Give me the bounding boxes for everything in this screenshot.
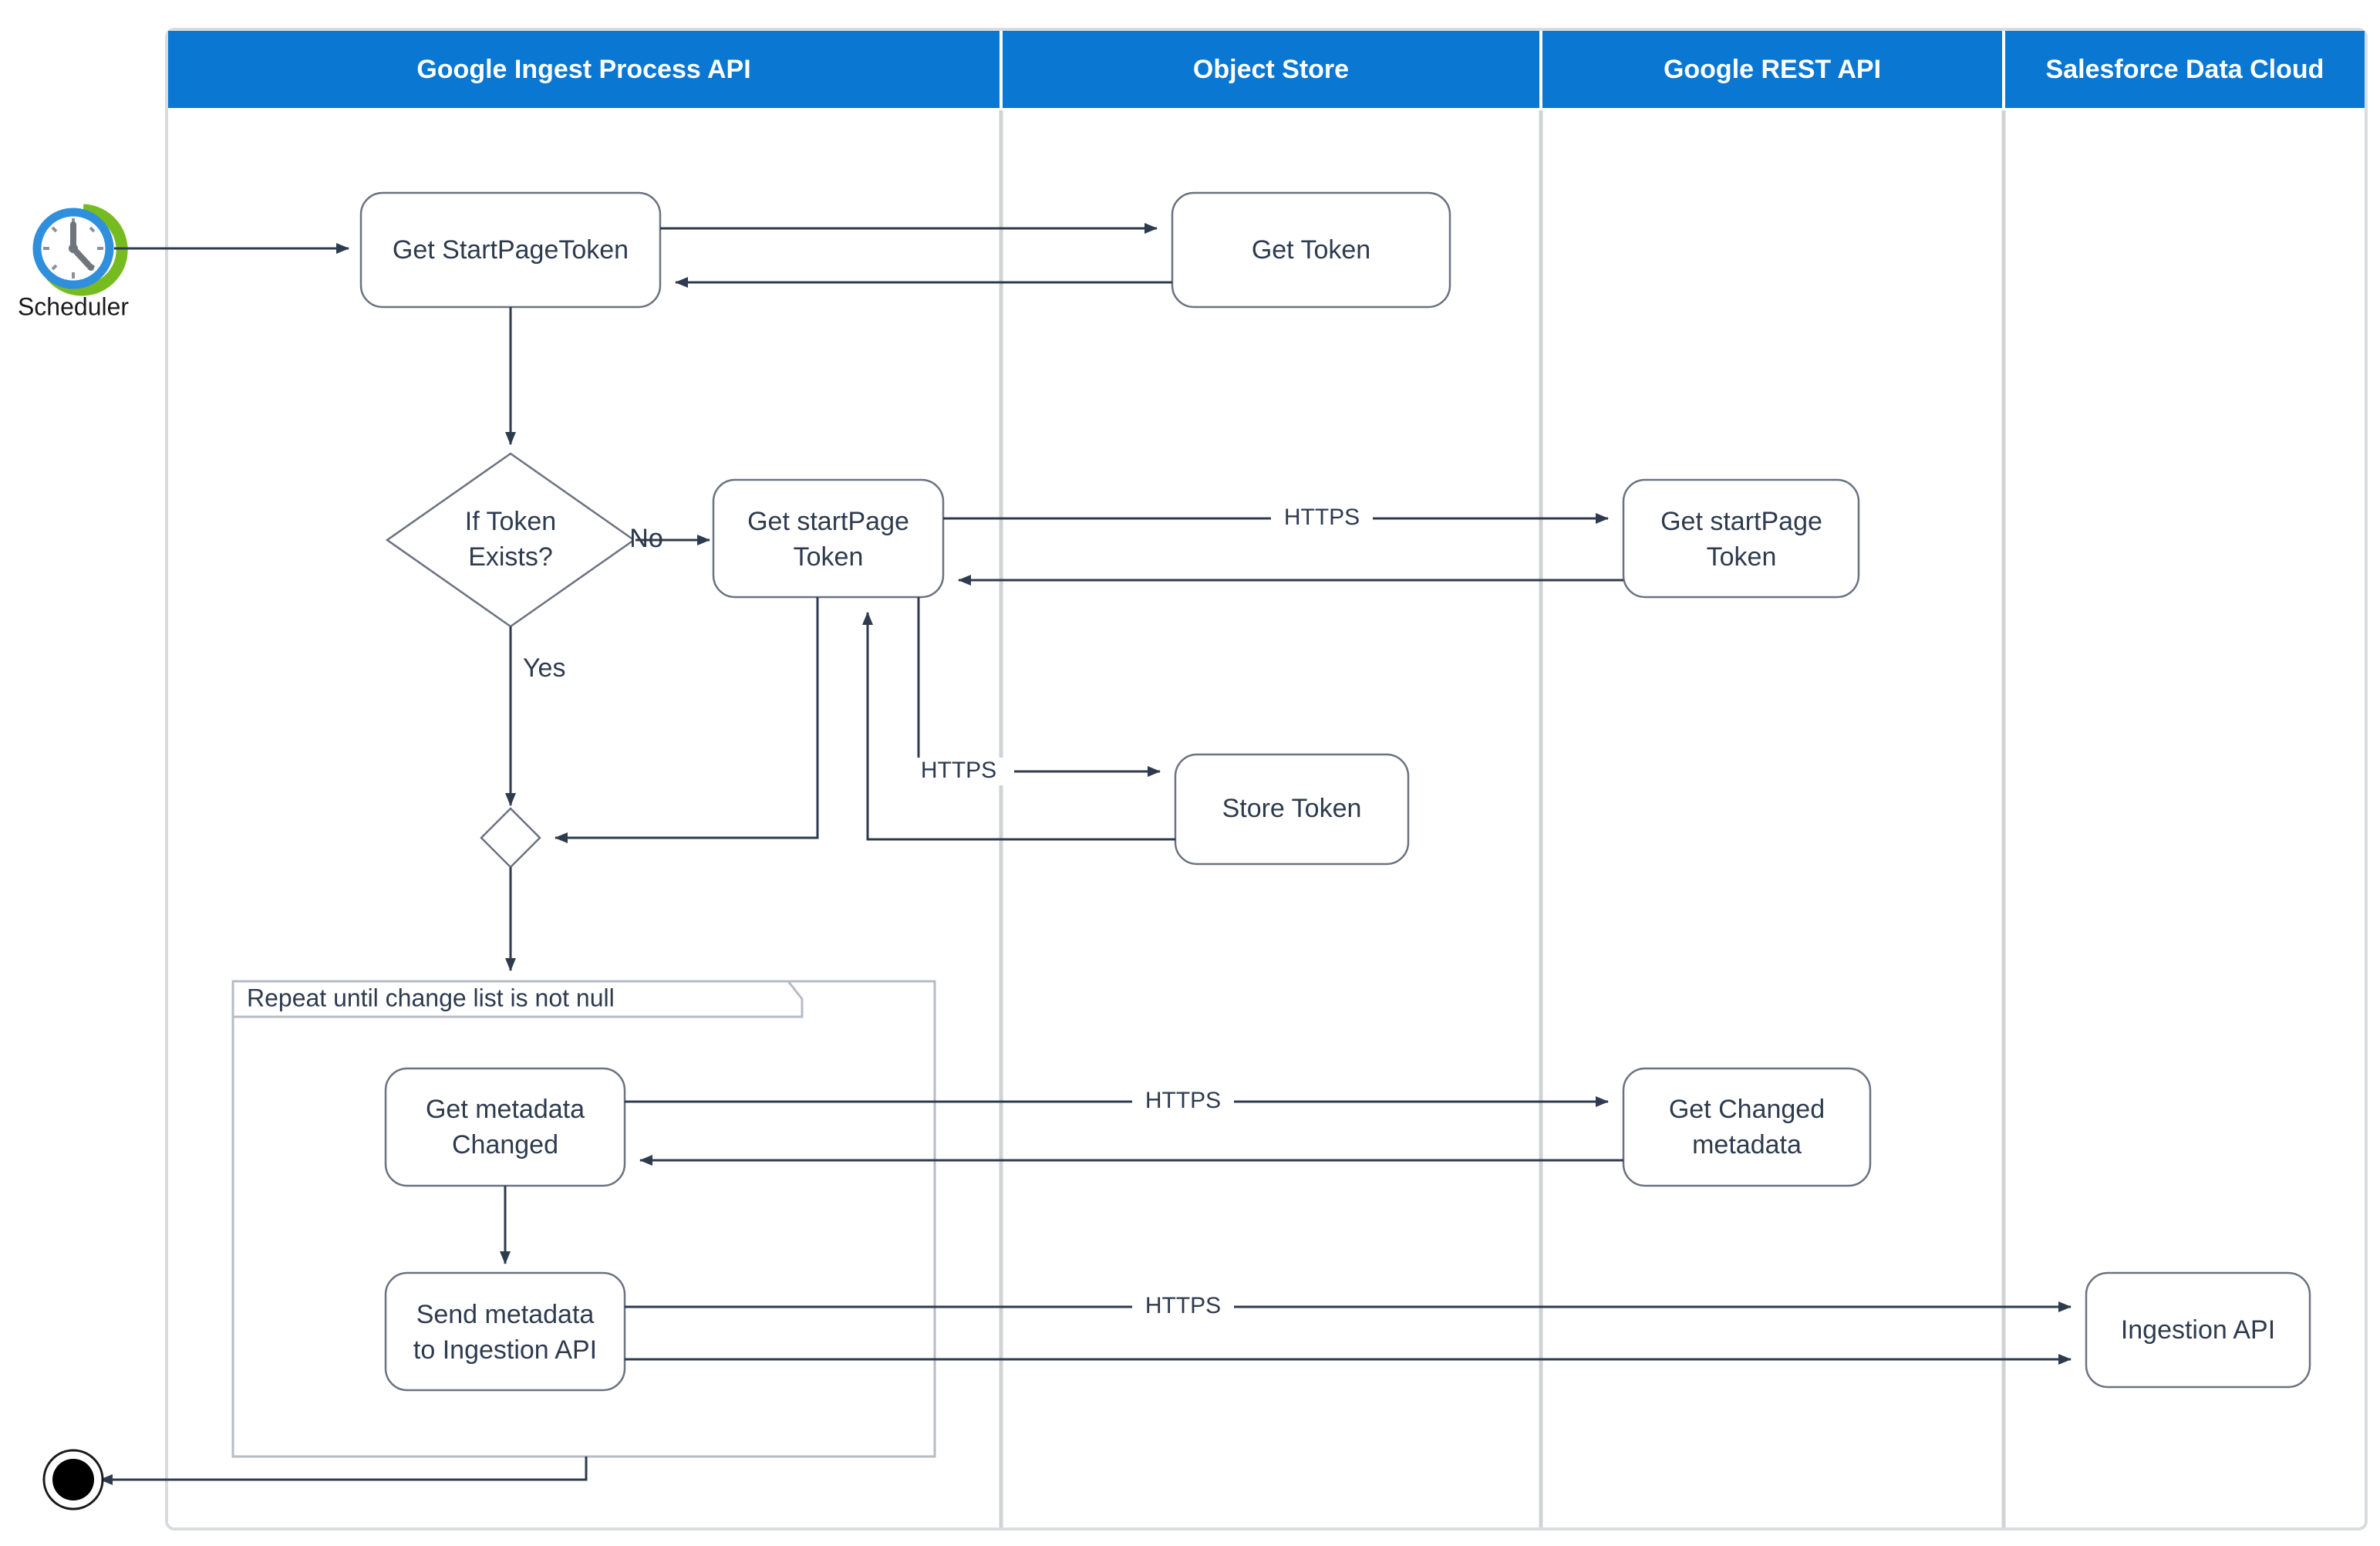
node-ingestion-api[interactable]: Ingestion API [2085, 1271, 2311, 1389]
branch-label-no-fg: No [629, 524, 662, 553]
node-label-get-startpagetoken: Get StartPageToken [393, 235, 629, 265]
edge-label-https-1: HTTPS [1284, 505, 1360, 530]
edge-loop-exit-to-final-node [99, 1457, 588, 1485]
scheduler-label: Scheduler [18, 292, 129, 320]
node-label-ingestion-api: Ingestion API [2121, 1315, 2275, 1345]
node-label-get-changed-metadata-line1: Get Changed [1669, 1095, 1825, 1124]
loop-frame-label: Repeat until change list is not null [247, 984, 615, 1011]
final-node-icon [42, 1449, 104, 1511]
edge-label-https-3: HTTPS [1145, 1088, 1221, 1113]
node-get-startpage-token-rest[interactable]: Get startPage Token [1622, 478, 1860, 599]
edge-label-https-2: HTTPS [921, 758, 996, 783]
node-label-send-metadata-line2: to Ingestion API [413, 1335, 597, 1365]
node-label-get-token: Get Token [1252, 235, 1370, 265]
node-get-token[interactable]: Get Token [1171, 191, 1451, 309]
diagram-canvas: Google Ingest Process API Object Store G… [0, 0, 2380, 1546]
scheduler-actor: Scheduler [18, 204, 129, 320]
lane-title-2: Google REST API [1664, 55, 1881, 84]
lane-title-1: Object Store [1193, 55, 1349, 84]
lane-header-group: Google Ingest Process API Object Store G… [168, 31, 2365, 108]
node-label-if-token-exists-line1: If Token [465, 507, 556, 536]
node-label-get-startpage-token-local-line2: Token [794, 542, 864, 572]
node-label-get-metadata-changed-line2: Changed [452, 1130, 558, 1160]
node-store-token[interactable]: Store Token [1174, 753, 1410, 866]
node-label-get-metadata-changed-line1: Get metadata [426, 1095, 585, 1124]
edge-get-startpage-token-to-merge [555, 597, 819, 843]
node-merge[interactable] [480, 807, 541, 869]
node-label-get-startpage-token-rest-line1: Get startPage [1660, 507, 1822, 536]
node-label-store-token: Store Token [1222, 794, 1362, 823]
lane-title-3: Salesforce Data Cloud [2046, 55, 2324, 84]
node-label-get-changed-metadata-line2: metadata [1692, 1130, 1802, 1160]
lane-title-0: Google Ingest Process API [416, 55, 750, 84]
edge-store-token-to-get-startpage-token [862, 612, 1175, 841]
node-get-startpage-token-local[interactable]: Get startPage Token [712, 478, 945, 599]
activity-diagram-svg: Google Ingest Process API Object Store G… [18, 28, 2368, 1531]
edge-get-startpage-token-to-store-token [917, 597, 1161, 777]
branch-label-yes: Yes [523, 653, 565, 683]
node-label-get-startpage-token-rest-line2: Token [1707, 542, 1777, 572]
node-label-get-startpage-token-local-line1: Get startPage [747, 507, 909, 536]
node-if-token-exists[interactable]: If Token Exists? [385, 452, 636, 628]
node-get-changed-metadata[interactable]: Get Changed metadata [1622, 1067, 1872, 1187]
clock-refresh-icon [32, 204, 128, 296]
node-get-metadata-changed[interactable]: Get metadata Changed [384, 1067, 626, 1187]
edge-label-https-4: HTTPS [1145, 1293, 1221, 1318]
node-send-metadata[interactable]: Send metadata to Ingestion API [384, 1271, 626, 1392]
node-get-startpagetoken[interactable]: Get StartPageToken [359, 191, 662, 309]
node-label-send-metadata-line1: Send metadata [416, 1300, 595, 1329]
node-label-if-token-exists-line2: Exists? [468, 542, 553, 572]
